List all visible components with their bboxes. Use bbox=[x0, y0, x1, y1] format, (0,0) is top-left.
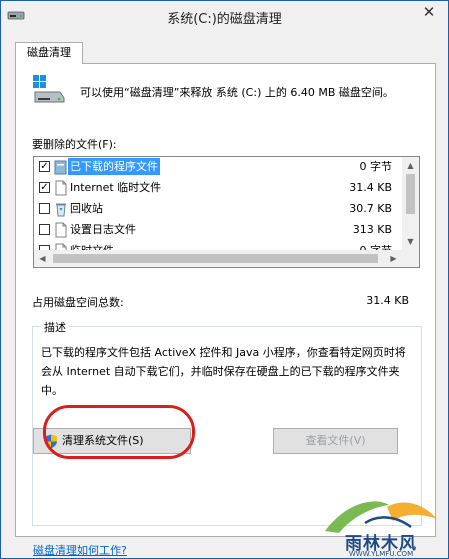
file-row[interactable]: ✓ Internet 临时文件 31.4 KB bbox=[34, 178, 402, 199]
scroll-right-icon[interactable]: ▶ bbox=[385, 250, 402, 267]
file-row-label: 回收站 bbox=[70, 202, 103, 215]
headline-text: 可以使用“磁盘清理”来释放 系统 (C:) 上的 6.40 MB 磁盘空间。 bbox=[80, 86, 394, 99]
site-watermark: 雨林木风 WWW.YLMFU.COM bbox=[317, 493, 445, 558]
file-row[interactable]: 设置日志文件 313 KB bbox=[34, 220, 402, 241]
files-listbox[interactable]: ✓ 已下载的程序文件 0 字节 ✓ Internet 临时文件 31.4 KB 回收站 30.… bbox=[33, 156, 420, 268]
tab-panel: 可以使用“磁盘清理”来释放 系统 (C:) 上的 6.40 MB 磁盘空间。 要… bbox=[15, 63, 436, 537]
how-disk-cleanup-works-link[interactable]: 磁盘清理如何工作? bbox=[33, 542, 127, 558]
watermark-url: WWW.YLMFU.COM bbox=[348, 550, 414, 558]
disk-cleanup-window: 系统(C:)的磁盘清理 ✕ 磁盘清理 可以使用“磁盘清理”来释放 系统 (C:)… bbox=[0, 0, 449, 559]
files-list: ✓ 已下载的程序文件 0 字节 ✓ Internet 临时文件 31.4 KB 回收站 30.… bbox=[34, 157, 402, 262]
clean-system-files-label: 清理系统文件(S) bbox=[62, 434, 144, 447]
scrollbar-corner bbox=[402, 250, 419, 267]
total-space-value: 31.4 KB bbox=[366, 294, 409, 307]
file-icon bbox=[54, 222, 68, 238]
files-to-delete-label: 要删除的文件(F): bbox=[32, 138, 117, 151]
file-row-label: 设置日志文件 bbox=[70, 223, 136, 236]
vertical-scroll-thumb[interactable] bbox=[406, 174, 415, 214]
view-files-button[interactable]: 查看文件(V) bbox=[273, 428, 398, 454]
uac-shield-icon bbox=[45, 434, 57, 449]
file-row-label: 已下载的程序文件 bbox=[68, 158, 160, 175]
file-row-size: 313 KB bbox=[352, 223, 392, 236]
file-checkbox[interactable] bbox=[39, 203, 50, 214]
total-space-label: 占用磁盘空间总数: bbox=[32, 296, 124, 309]
title-bar[interactable]: 系统(C:)的磁盘清理 ✕ bbox=[1, 1, 448, 31]
file-checkbox[interactable]: ✓ bbox=[39, 161, 50, 172]
file-checkbox[interactable] bbox=[39, 224, 50, 235]
scroll-up-icon[interactable]: ▲ bbox=[402, 157, 419, 174]
windows-drive-icon bbox=[33, 75, 65, 103]
file-row-size: 31.4 KB bbox=[349, 181, 392, 194]
close-button[interactable]: ✕ bbox=[414, 1, 444, 23]
horizontal-scroll-thumb[interactable] bbox=[53, 254, 378, 263]
clean-system-files-button[interactable]: 清理系统文件(S) bbox=[33, 428, 191, 454]
folder-icon bbox=[54, 159, 68, 175]
scroll-down-icon[interactable]: ▼ bbox=[402, 233, 419, 250]
vertical-scrollbar[interactable]: ▲ ▼ bbox=[402, 157, 419, 250]
file-row-size: 30.7 KB bbox=[349, 202, 392, 215]
file-row-size: 0 字节 bbox=[359, 160, 393, 173]
file-icon bbox=[54, 180, 68, 196]
scroll-left-icon[interactable]: ◀ bbox=[34, 250, 51, 267]
file-checkbox[interactable]: ✓ bbox=[39, 182, 50, 193]
file-row-label: Internet 临时文件 bbox=[70, 181, 162, 194]
horizontal-scrollbar[interactable]: ◀ ▶ bbox=[34, 250, 402, 267]
window-title: 系统(C:)的磁盘清理 bbox=[167, 12, 282, 27]
description-legend: 描述 bbox=[41, 319, 69, 335]
tab-disk-cleanup[interactable]: 磁盘清理 bbox=[15, 42, 83, 64]
file-row[interactable]: ✓ 已下载的程序文件 0 字节 bbox=[34, 157, 402, 178]
recycle-bin-icon bbox=[54, 201, 68, 217]
description-text: 已下载的程序文件包括 ActiveX 控件和 Java 小程序，你查看特定网页时… bbox=[41, 346, 406, 397]
file-row[interactable]: 回收站 30.7 KB bbox=[34, 199, 402, 220]
